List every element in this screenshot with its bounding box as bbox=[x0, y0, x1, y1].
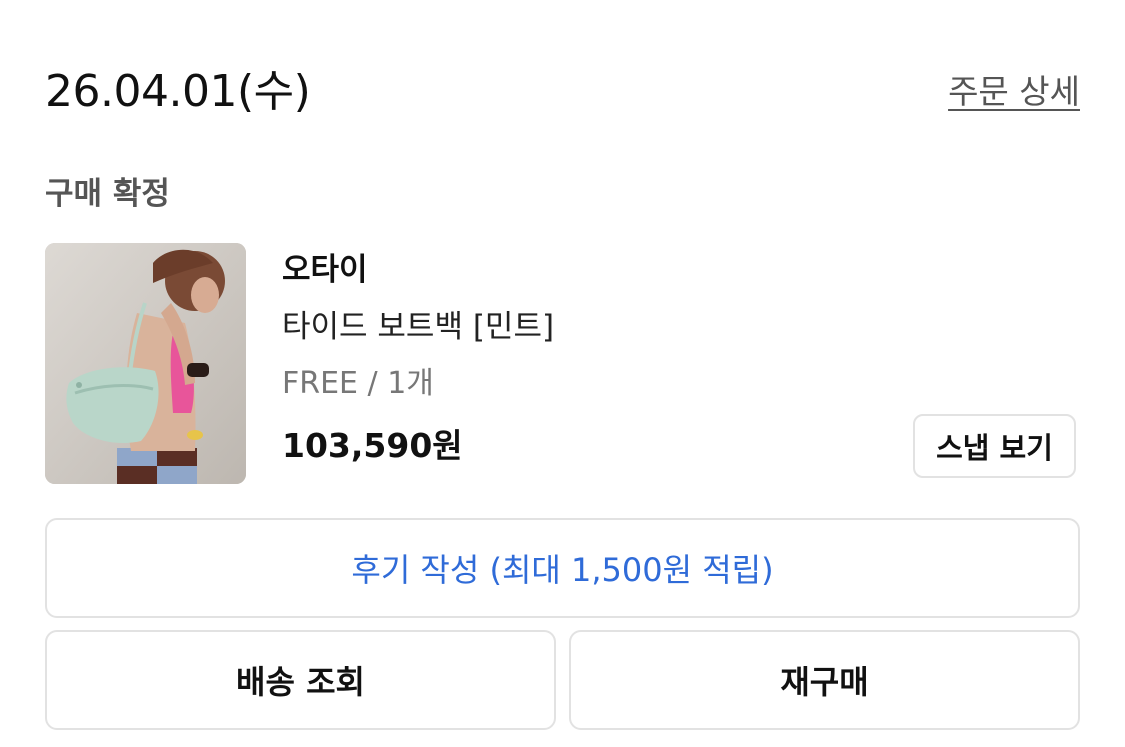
product-brand[interactable]: 오타이 bbox=[282, 248, 368, 292]
track-shipping-button[interactable]: 배송 조회 bbox=[45, 630, 556, 730]
product-thumbnail[interactable] bbox=[45, 243, 246, 484]
rebuy-button[interactable]: 재구매 bbox=[569, 630, 1080, 730]
order-date: 26.04.01(수) bbox=[45, 66, 311, 117]
order-status: 구매 확정 bbox=[45, 176, 170, 212]
write-review-button[interactable]: 후기 작성 (최대 1,500원 적립) bbox=[45, 518, 1080, 618]
snap-view-button[interactable]: 스냅 보기 bbox=[913, 414, 1076, 478]
product-option: FREE / 1개 bbox=[282, 366, 434, 401]
product-name[interactable]: 타이드 보트백 [민트] bbox=[282, 305, 554, 349]
product-price: 103,590원 bbox=[282, 426, 463, 465]
order-detail-link[interactable]: 주문 상세 bbox=[948, 70, 1080, 114]
product-photo bbox=[45, 243, 246, 484]
